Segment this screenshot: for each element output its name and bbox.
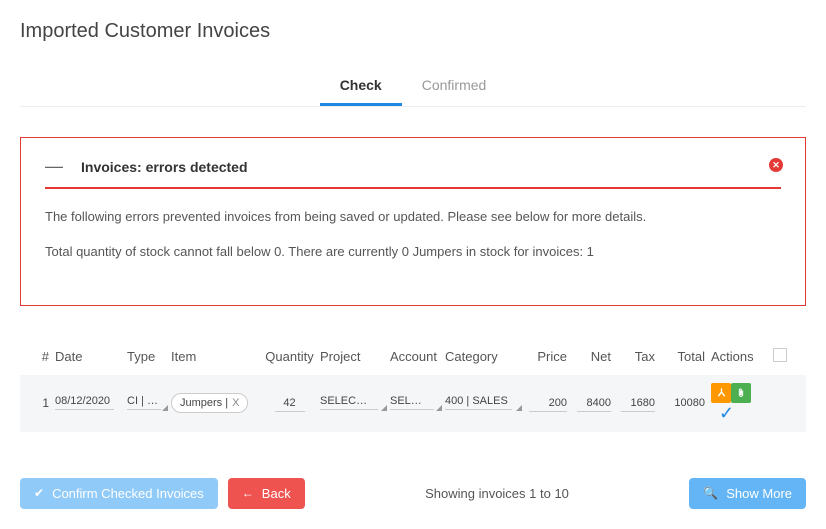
col-tax: Tax [614, 349, 658, 364]
show-more-button[interactable]: 🔍 Show More [689, 478, 806, 509]
col-project: Project [317, 349, 387, 364]
col-item: Item [168, 349, 262, 364]
qty-input[interactable]: 42 [275, 395, 305, 412]
net-value: 8400 [577, 395, 611, 412]
tab-confirmed[interactable]: Confirmed [402, 67, 507, 106]
tax-value: 1680 [621, 395, 655, 412]
type-select[interactable]: CI | … [127, 393, 161, 410]
error-panel: — Invoices: errors detected The followin… [20, 137, 806, 306]
date-input[interactable]: 08/12/2020 [55, 393, 114, 410]
table-row: 1 08/12/2020 CI | … Jumpers | X 42 SELEC… [20, 375, 806, 432]
error-line-2: Total quantity of stock cannot fall belo… [45, 242, 781, 263]
check-icon: ✔ [34, 486, 44, 500]
item-chip-label: Jumpers | [180, 397, 228, 409]
back-button[interactable]: ← Back [228, 478, 305, 509]
back-label: Back [262, 486, 291, 501]
tab-check[interactable]: Check [320, 67, 402, 106]
split-icon[interactable] [711, 383, 731, 403]
confirm-label: Confirm Checked Invoices [52, 486, 204, 501]
confirm-checked-button[interactable]: ✔ Confirm Checked Invoices [20, 478, 218, 509]
item-chip-remove[interactable]: X [232, 397, 239, 409]
select-all-checkbox[interactable] [773, 348, 787, 362]
account-select[interactable]: SEL… [390, 393, 434, 410]
tabs: Check Confirmed [20, 67, 806, 107]
pagination-status: Showing invoices 1 to 10 [315, 486, 680, 501]
page-title: Imported Customer Invoices [20, 20, 806, 43]
error-title: Invoices: errors detected [81, 159, 781, 175]
total-value: 10080 [665, 395, 705, 411]
error-line-1: The following errors prevented invoices … [45, 207, 781, 228]
category-select[interactable]: 400 | SALES [445, 393, 512, 410]
attach-icon[interactable] [731, 383, 751, 403]
col-type: Type [124, 349, 168, 364]
col-checkbox-header [770, 348, 792, 365]
col-net: Net [570, 349, 614, 364]
col-date: Date [52, 349, 124, 364]
col-total: Total [658, 349, 708, 364]
project-select[interactable]: SELEC… [320, 393, 378, 410]
col-account: Account [387, 349, 442, 364]
price-input[interactable]: 200 [529, 395, 567, 412]
arrow-left-icon: ← [242, 486, 254, 500]
col-qty: Quantity [262, 349, 317, 364]
row-num: 1 [28, 396, 52, 410]
chevron-down-icon [516, 405, 522, 411]
chevron-down-icon [162, 405, 168, 411]
col-actions: Actions [708, 349, 770, 364]
col-category: Category [442, 349, 522, 364]
col-price: Price [522, 349, 570, 364]
item-chip[interactable]: Jumpers | X [171, 393, 248, 413]
collapse-icon[interactable]: — [45, 156, 63, 177]
error-body: The following errors prevented invoices … [45, 207, 781, 263]
close-icon[interactable] [769, 158, 783, 172]
approve-icon[interactable]: ✓ [719, 403, 734, 423]
footer: ✔ Confirm Checked Invoices ← Back Showin… [20, 478, 806, 509]
col-num: # [28, 349, 52, 364]
table-header: # Date Type Item Quantity Project Accoun… [20, 342, 806, 375]
search-icon: 🔍 [703, 486, 718, 500]
show-more-label: Show More [726, 486, 792, 501]
